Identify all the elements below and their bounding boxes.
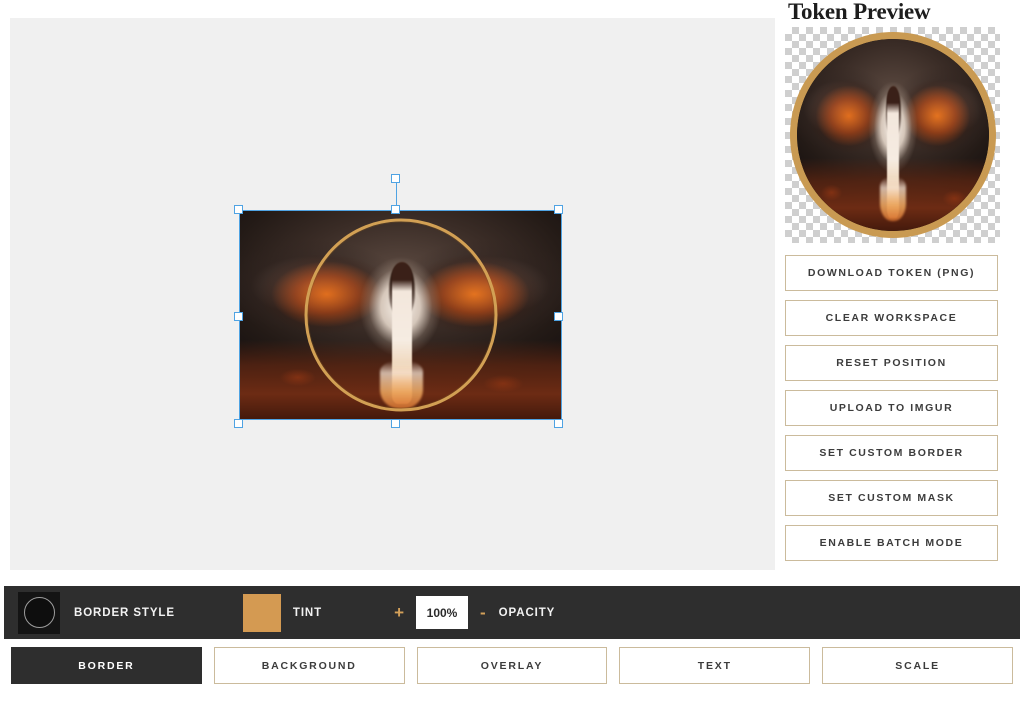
token-preview-area <box>785 27 1000 243</box>
action-button-list: DOWNLOAD TOKEN (PNG) CLEAR WORKSPACE RES… <box>785 255 1015 561</box>
canvas-artwork[interactable] <box>240 211 561 419</box>
tab-overlay[interactable]: OVERLAY <box>417 647 608 684</box>
resize-handle-bottom-right[interactable] <box>554 419 563 428</box>
resize-handle-middle-left[interactable] <box>234 312 243 321</box>
reset-position-button[interactable]: RESET POSITION <box>785 345 998 381</box>
border-style-label: BORDER STYLE <box>74 607 175 619</box>
border-options-toolbar: BORDER STYLE TINT + - OPACITY <box>4 586 1020 639</box>
enable-batch-mode-button[interactable]: ENABLE BATCH MODE <box>785 525 998 561</box>
resize-handle-top-center[interactable] <box>391 205 400 214</box>
rotate-handle[interactable] <box>391 174 400 183</box>
token-preview <box>790 32 996 238</box>
opacity-label: OPACITY <box>499 607 556 619</box>
right-panel: Token Preview DOWNLOAD TOKEN (PNG) CLEAR… <box>785 0 1015 570</box>
border-style-swatch[interactable] <box>18 592 60 634</box>
token-stamp-app: Token Preview DOWNLOAD TOKEN (PNG) CLEAR… <box>0 0 1024 702</box>
resize-handle-middle-right[interactable] <box>554 312 563 321</box>
upload-to-imgur-button[interactable]: UPLOAD TO IMGUR <box>785 390 998 426</box>
token-circle-guide <box>304 219 497 412</box>
resize-handle-top-right[interactable] <box>554 205 563 214</box>
page-title: Token Preview <box>785 0 1015 24</box>
resize-handle-bottom-center[interactable] <box>391 419 400 428</box>
set-custom-mask-button[interactable]: SET CUSTOM MASK <box>785 480 998 516</box>
opacity-input[interactable] <box>416 596 468 629</box>
tab-text[interactable]: TEXT <box>619 647 810 684</box>
set-custom-border-button[interactable]: SET CUSTOM BORDER <box>785 435 998 471</box>
canvas-image-object[interactable] <box>234 193 561 408</box>
tab-border[interactable]: BORDER <box>11 647 202 684</box>
tint-label: TINT <box>293 607 322 619</box>
circle-icon <box>24 597 55 628</box>
token-figure-skirt <box>880 177 906 221</box>
download-token-button[interactable]: DOWNLOAD TOKEN (PNG) <box>785 255 998 291</box>
opacity-increase-button[interactable]: + <box>394 604 404 621</box>
resize-handle-top-left[interactable] <box>234 205 243 214</box>
opacity-decrease-button[interactable]: - <box>480 604 486 621</box>
tab-background[interactable]: BACKGROUND <box>214 647 405 684</box>
clear-workspace-button[interactable]: CLEAR WORKSPACE <box>785 300 998 336</box>
tint-color-swatch[interactable] <box>243 594 281 632</box>
section-tabs: BORDER BACKGROUND OVERLAY TEXT SCALE <box>11 647 1013 684</box>
canvas-workspace[interactable] <box>10 18 775 570</box>
resize-handle-bottom-left[interactable] <box>234 419 243 428</box>
tab-scale[interactable]: SCALE <box>822 647 1013 684</box>
